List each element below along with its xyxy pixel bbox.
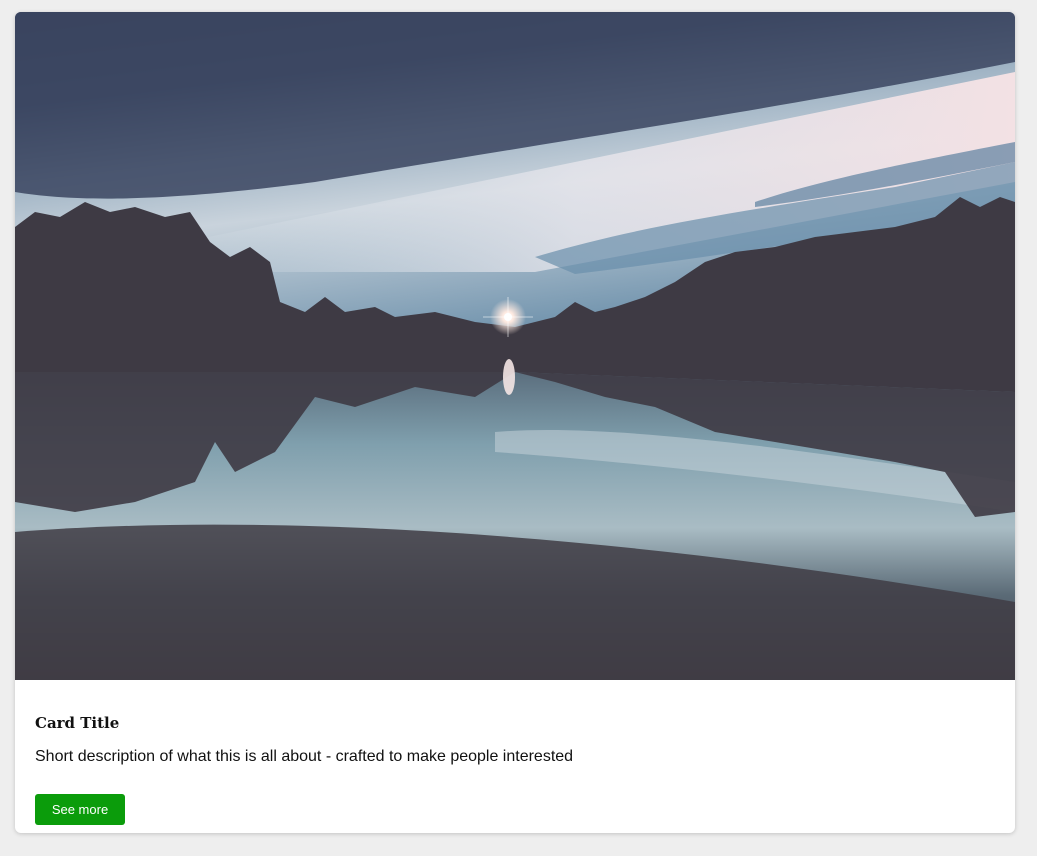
card: Card Title Short description of what thi… [15, 12, 1015, 833]
card-image [15, 12, 1015, 680]
card-title: Card Title [35, 714, 120, 732]
card-description: Short description of what this is all ab… [35, 748, 574, 765]
see-more-button[interactable]: See more [35, 794, 125, 825]
